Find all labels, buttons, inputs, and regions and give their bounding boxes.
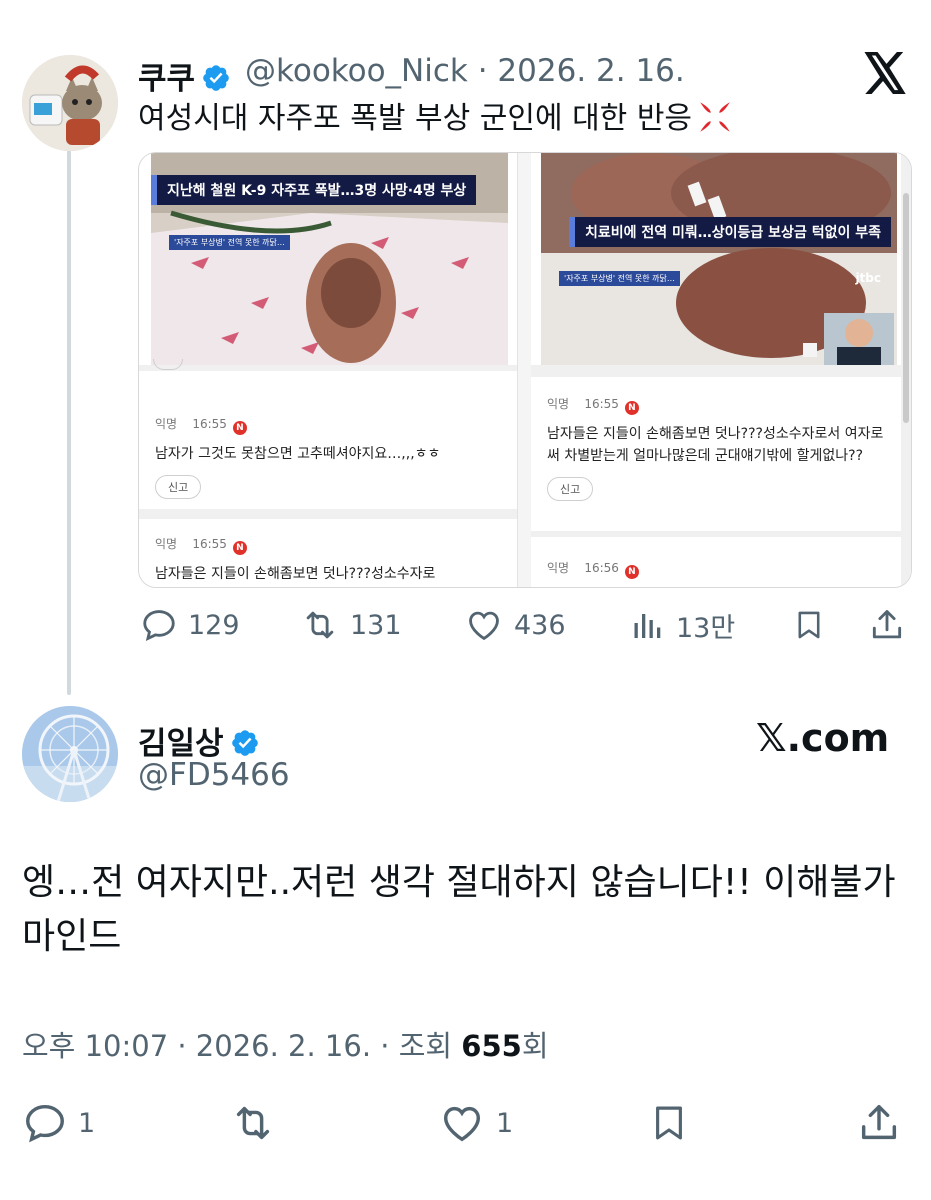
tweet1-display-name[interactable]: 쿠쿠	[138, 53, 231, 98]
reply-icon	[26, 1104, 64, 1143]
heart-icon	[469, 611, 499, 641]
verified-badge-icon	[231, 730, 258, 756]
separator	[531, 531, 911, 537]
comment-time: 16:55	[584, 397, 619, 411]
tweet2-view-count: 655	[461, 1029, 522, 1063]
bookmark-icon	[798, 611, 820, 639]
views-count: 13만	[676, 613, 736, 644]
tweet2-time[interactable]: 오후 10:07 · 2026. 2. 16. · 조회	[22, 1029, 461, 1063]
avatar-fd5466[interactable]	[22, 706, 118, 802]
tweet2-text: 엥…전 여자지만..저런 생각 절대하지 않습니다!! 이해불가마인드	[22, 862, 896, 957]
avatar-kookoo[interactable]	[22, 55, 118, 151]
news-photo-left: 지난해 철원 K-9 자주포 폭발…3명 사망·4명 부상 '자주포 부상병' …	[151, 153, 508, 365]
news-caption-left: 지난해 철원 K-9 자주포 폭발…3명 사망·4명 부상	[151, 175, 477, 205]
news-caption-right: 치료비에 전역 미뤄…상이등급 보상금 턱없이 부족	[569, 217, 891, 247]
comment-text: 남자들은 지들이 손해좀보면 덧나???성소수자로	[155, 566, 436, 582]
bookmark-button[interactable]	[792, 606, 826, 644]
avatar-ferris-wheel-image	[22, 706, 118, 802]
tweet1-text: 여성시대 자주포 폭발 부상 군인에 대한 반응	[138, 93, 734, 137]
reply-button-2[interactable]: 1	[22, 1100, 95, 1146]
tweet1-date[interactable]: · 2026. 2. 16.	[478, 53, 685, 89]
comment-left-1: 익명 16:55 N 남자가 그것도 못참으면 고추떼셔야지요…,,,ㅎㅎ 신고	[155, 415, 505, 499]
share-icon	[861, 1104, 897, 1140]
scrollbar[interactable]	[901, 153, 911, 587]
repost-count: 131	[350, 609, 402, 641]
reply-icon	[143, 610, 175, 642]
separator	[139, 509, 517, 519]
share-icon	[872, 610, 902, 639]
tweet1-media-grid[interactable]: 지난해 철원 K-9 자주포 폭발…3명 사망·4명 부상 '자주포 부상병' …	[138, 152, 912, 588]
reply-count: 1	[78, 1107, 96, 1139]
comment-text: 남자들은 지들이 손해좀보면 덧나???성소수자로서 여자로써 차별받는게 얼마…	[547, 426, 884, 464]
comment-right-2: 익명 16:56 N	[547, 559, 887, 579]
views-chart-icon	[634, 613, 661, 638]
tweet1-text-content: 여성시대 자주포 폭발 부상 군인에 대한 반응	[138, 101, 693, 136]
separator	[139, 365, 517, 371]
thread-connector-line	[67, 150, 71, 695]
comment-time: 16:56	[584, 561, 619, 575]
tweet2-view-suffix: 회	[521, 1029, 549, 1063]
comment-user: 익명	[547, 561, 570, 575]
bookmark-icon	[656, 1106, 682, 1140]
new-badge: N	[232, 541, 247, 555]
new-badge: N	[624, 401, 639, 415]
tweet2-handle[interactable]: @FD5466	[138, 757, 290, 793]
media-screenshot-left[interactable]: 지난해 철원 K-9 자주포 폭발…3명 사망·4명 부상 '자주포 부상병' …	[139, 153, 518, 587]
x-com-brand: 𝕏.com	[756, 716, 890, 760]
report-button[interactable]: 신고	[155, 475, 202, 499]
bookmark-button-2[interactable]	[648, 1100, 690, 1146]
news-photo-right: 치료비에 전역 미뤄…상이등급 보상금 턱없이 부족 '자주포 부상병' 전역 …	[541, 153, 897, 365]
comment-right-1: 익명 16:55 N 남자들은 지들이 손해좀보면 덧나???성소수자로서 여자로…	[547, 395, 887, 501]
repost-button-2[interactable]	[228, 1100, 278, 1146]
tweet1-handle[interactable]: @kookoo_Nick	[245, 53, 468, 89]
news-tag-left: '자주포 부상병' 전역 못한 까닭…	[169, 235, 290, 250]
heart-icon	[443, 1106, 481, 1142]
comment-user: 익명	[155, 537, 178, 551]
share-button-2[interactable]	[856, 1100, 902, 1146]
tweet1-name-text: 쿠쿠	[138, 61, 196, 97]
comment-user: 익명	[155, 417, 178, 431]
x-logo-icon	[864, 52, 906, 94]
like-count: 1	[496, 1107, 514, 1139]
report-button[interactable]: 신고	[547, 477, 594, 501]
like-button[interactable]: 436	[464, 606, 566, 644]
media-screenshot-right[interactable]: 치료비에 전역 미뤄…상이등급 보상금 턱없이 부족 '자주포 부상병' 전역 …	[531, 153, 911, 587]
reply-button[interactable]: 129	[140, 606, 240, 644]
tweet1-handle-date[interactable]: @kookoo_Nick · 2026. 2. 16.	[245, 53, 685, 89]
like-count: 436	[514, 609, 566, 641]
comment-time: 16:55	[192, 537, 227, 551]
scrollbar-thumb[interactable]	[903, 193, 909, 423]
comment-time: 16:55	[192, 417, 227, 431]
views-button[interactable]: 13만	[630, 606, 735, 645]
news-tag-right: '자주포 부상병' 전역 못한 까닭…	[559, 271, 680, 286]
repost-icon	[306, 611, 334, 639]
comment-user: 익명	[547, 397, 570, 411]
comment-text: 남자가 그것도 못참으면 고추떼셔야지요…,,,ㅎㅎ	[155, 446, 441, 462]
new-badge: N	[624, 565, 639, 579]
tweet2-meta: 오후 10:07 · 2026. 2. 16. · 조회 655회	[22, 1023, 549, 1065]
comment-left-2: 익명 16:55 N 남자들은 지들이 손해좀보면 덧나???성소수자로	[155, 535, 505, 585]
repost-button[interactable]: 131	[300, 606, 402, 644]
repost-icon	[236, 1106, 270, 1140]
avatar-cat-image	[22, 55, 118, 151]
share-button[interactable]	[868, 606, 906, 644]
previous-content-cutoff	[0, 0, 931, 10]
jtbc-watermark: jtbc	[855, 271, 881, 285]
separator	[531, 365, 911, 377]
like-button-2[interactable]: 1	[438, 1100, 513, 1146]
reply-count: 129	[188, 609, 240, 641]
new-badge: N	[232, 421, 247, 435]
anger-symbol-icon	[700, 102, 730, 132]
verified-badge-icon	[203, 65, 229, 91]
